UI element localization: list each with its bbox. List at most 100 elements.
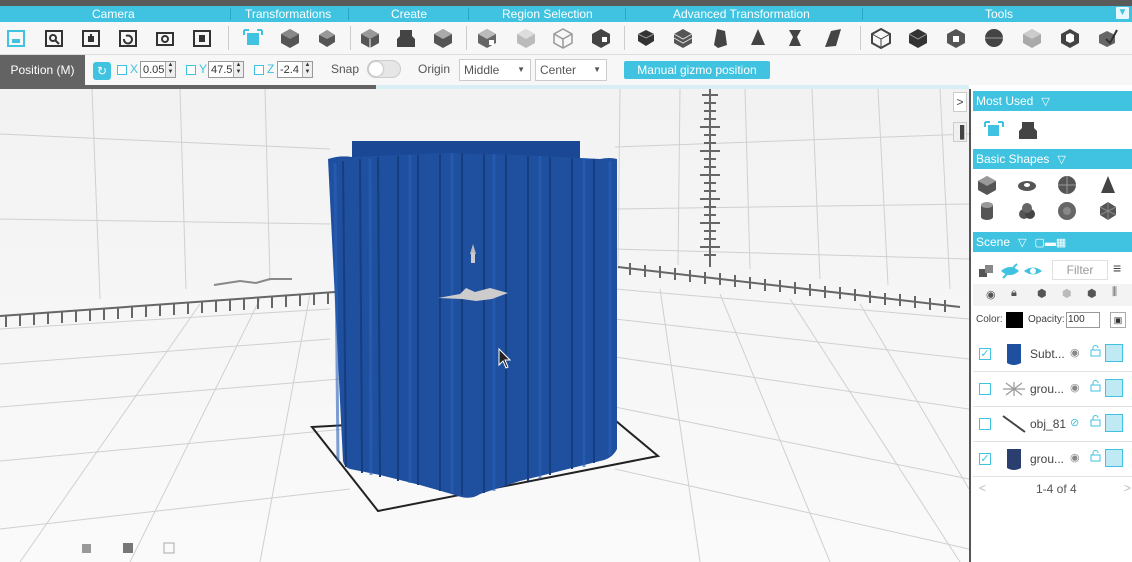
pan-view-icon[interactable] (79, 26, 103, 50)
rotate-object-icon[interactable] (278, 26, 302, 50)
visibility-column-icon[interactable]: ◉ (986, 288, 996, 301)
solid-column-icon[interactable]: ⬢ (1037, 287, 1047, 300)
tool-solid-icon[interactable] (906, 26, 930, 50)
lock-icon[interactable] (1090, 380, 1101, 392)
create-extrude-icon[interactable] (394, 26, 418, 50)
bend-icon[interactable] (671, 26, 695, 50)
scene-item[interactable]: obj_81 ⊘ (973, 407, 1132, 442)
geosphere-shape-icon[interactable] (1056, 200, 1078, 222)
scene-item-checkbox[interactable] (979, 383, 991, 395)
cube-shape-icon[interactable] (976, 174, 998, 196)
taper-icon[interactable] (708, 26, 732, 50)
menu-advanced-transformation[interactable]: Advanced Transformation (673, 7, 810, 21)
filter-icon[interactable]: ≡ (1113, 261, 1129, 277)
solid-cube-icon[interactable] (1105, 379, 1123, 397)
lock-column-icon[interactable]: 🔒︎ (1011, 287, 1017, 300)
fit-view-icon[interactable] (190, 26, 214, 50)
collapse-triangle-icon[interactable]: ▽ (1057, 154, 1065, 166)
most-used-header[interactable]: Most Used ▽ (973, 91, 1132, 111)
eye-icon[interactable]: ◉ (1070, 451, 1080, 464)
tool-wireframe-icon[interactable] (869, 26, 893, 50)
z-axis-checkbox[interactable] (254, 65, 264, 75)
x-value-input[interactable]: 0.05 ▲ ▼ (140, 61, 176, 78)
group-column-icon[interactable]: ⬢ (1087, 287, 1097, 300)
tool-hollow-icon[interactable] (1058, 26, 1082, 50)
opacity-input[interactable]: 100 (1066, 312, 1100, 328)
view-icon-medium[interactable] (123, 543, 133, 553)
tool-sphere-icon[interactable] (982, 26, 1006, 50)
merge-icon[interactable] (976, 260, 998, 282)
move-icon[interactable] (241, 26, 265, 50)
create-cube-icon[interactable] (431, 26, 455, 50)
select-object-icon[interactable] (589, 26, 613, 50)
scene-item[interactable]: ✓ Subt... ◉ (973, 337, 1132, 372)
select-face-icon[interactable] (514, 26, 538, 50)
scene-item-checkbox[interactable]: ✓ (979, 453, 991, 465)
show-all-icon[interactable] (1022, 260, 1044, 282)
center-select[interactable]: Center ▼ (535, 59, 607, 81)
3d-viewport[interactable] (0, 89, 969, 562)
panel-expand-chevron-icon[interactable]: > (953, 92, 967, 112)
apply-color-icon[interactable]: ▣ (1110, 312, 1126, 328)
menu-camera[interactable]: Camera (92, 7, 135, 21)
select-vertex-icon[interactable] (475, 26, 499, 50)
move-icon[interactable] (983, 119, 1005, 141)
select-box-icon[interactable] (551, 26, 575, 50)
origin-select[interactable]: Middle ▼ (459, 59, 531, 81)
menu-tools[interactable]: Tools (985, 7, 1013, 21)
menu-region-selection[interactable]: Region Selection (502, 7, 593, 21)
cylinder-shape-icon[interactable] (976, 200, 998, 222)
z-value-input[interactable]: -2.4 ▲ ▼ (277, 61, 313, 78)
eye-slash-icon[interactable]: ⊘ (1070, 416, 1079, 429)
solid-cube-icon[interactable] (1105, 414, 1123, 432)
scene-item-checkbox[interactable] (979, 418, 991, 430)
z-spinner[interactable]: ▲ ▼ (302, 62, 312, 77)
view-icon-small[interactable] (82, 544, 91, 553)
collapse-triangle-icon[interactable]: ▽ (1041, 96, 1049, 108)
polyhedron-shape-icon[interactable] (1097, 200, 1119, 222)
sphere-shape-icon[interactable] (1056, 174, 1078, 196)
twist-icon[interactable] (634, 26, 658, 50)
tool-group-icon[interactable] (944, 26, 968, 50)
scene-header[interactable]: Scene ▽ ▢▬▦ (973, 232, 1132, 252)
x-spinner[interactable]: ▲ ▼ (165, 62, 175, 77)
settings-column-icon[interactable]: ⫼ (1112, 286, 1117, 299)
scene-view-toggle-icon[interactable]: ▢▬▦ (1035, 237, 1067, 249)
tool-smooth-icon[interactable] (1020, 26, 1044, 50)
refresh-icon[interactable]: ↻ (93, 62, 111, 80)
cone-tool-icon[interactable] (746, 26, 770, 50)
next-page-icon[interactable]: > (1124, 481, 1131, 495)
eye-icon[interactable]: ◉ (1070, 346, 1080, 359)
torus-shape-icon[interactable] (1016, 174, 1038, 196)
filter-input[interactable]: Filter (1052, 260, 1108, 280)
color-swatch[interactable] (1006, 312, 1023, 328)
stretch-icon[interactable] (783, 26, 807, 50)
zoom-view-icon[interactable] (42, 26, 66, 50)
scene-item[interactable]: grou... ◉ (973, 372, 1132, 407)
create-box-icon[interactable] (358, 26, 382, 50)
lock-icon[interactable] (1090, 450, 1101, 462)
hollow-column-icon[interactable]: ⬢ (1062, 287, 1072, 300)
chevron-down-icon[interactable]: ▼ (1116, 7, 1129, 19)
lock-icon[interactable] (1090, 345, 1101, 357)
save-view-icon[interactable] (4, 26, 28, 50)
collapse-triangle-icon[interactable]: ▽ (1018, 237, 1026, 249)
solid-cube-icon[interactable] (1105, 449, 1123, 467)
panel-handle-icon[interactable]: ▐ (953, 122, 967, 142)
manual-gizmo-button[interactable]: Manual gizmo position (624, 61, 770, 79)
knot-shape-icon[interactable] (1016, 200, 1038, 222)
shear-icon[interactable] (821, 26, 845, 50)
menu-create[interactable]: Create (391, 7, 427, 21)
prev-page-icon[interactable]: < (979, 481, 986, 495)
scene-item-checkbox[interactable]: ✓ (979, 348, 991, 360)
blue-column-object[interactable] (328, 141, 617, 498)
extrude-icon[interactable] (1017, 119, 1039, 141)
rotate-view-icon[interactable] (116, 26, 140, 50)
snap-toggle[interactable] (367, 60, 401, 78)
camera-icon[interactable] (153, 26, 177, 50)
eye-icon[interactable]: ◉ (1070, 381, 1080, 394)
y-axis-checkbox[interactable] (186, 65, 196, 75)
hide-all-icon[interactable] (999, 260, 1021, 282)
lock-icon[interactable] (1090, 415, 1101, 427)
x-axis-checkbox[interactable] (117, 65, 127, 75)
